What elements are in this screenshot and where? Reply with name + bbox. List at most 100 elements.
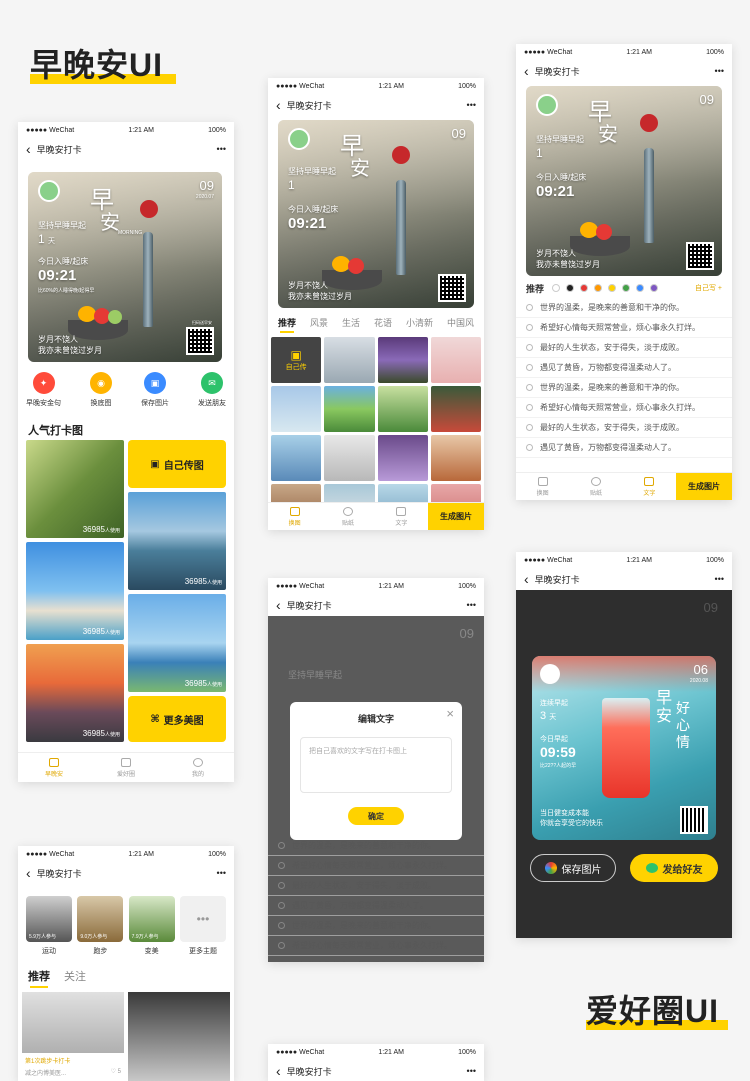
send-friend-button[interactable]: 发给好友	[630, 854, 718, 882]
bg-thumb[interactable]	[324, 337, 375, 383]
tool-text[interactable]: 文字	[623, 473, 676, 500]
upload-own-button[interactable]: ▣ 自己传图	[128, 440, 226, 488]
quote-item[interactable]: 最好的人生状态，安于得失，淡于成败。	[516, 338, 732, 358]
feed-post[interactable]	[128, 992, 230, 1081]
more-icon[interactable]: •••	[217, 144, 226, 154]
tab-chinese[interactable]: 中国风	[447, 316, 474, 329]
date-label: 2020.08	[689, 678, 708, 684]
more-icon[interactable]: •••	[715, 66, 724, 76]
action-send-button[interactable]: ✉ 发送朋友	[198, 372, 226, 408]
color-swatch[interactable]	[636, 284, 645, 292]
color-swatch[interactable]	[594, 284, 603, 292]
topic-run[interactable]: 9.0万人参与 跑步	[77, 896, 124, 956]
tab-follow[interactable]: 关注	[64, 968, 86, 984]
more-icon[interactable]: •••	[217, 868, 226, 878]
quote-item[interactable]: 遇见了黄昏，万物都变得温柔动人了。	[268, 896, 484, 916]
generate-button[interactable]: 生成图片	[675, 473, 732, 500]
quote-item[interactable]: 遇见了黄昏，万物都变得温柔动人了。	[516, 438, 732, 458]
bg-thumb[interactable]	[324, 435, 375, 481]
confirm-button[interactable]: 确定	[348, 807, 404, 825]
camera-icon: ◉	[90, 372, 112, 394]
popular-thumb[interactable]: 36985人使用	[128, 492, 226, 590]
color-swatch[interactable]	[552, 284, 561, 292]
feed-post[interactable]: 第1次跳步卡打卡 减之内博美医... ♡ 5	[22, 992, 124, 1081]
topic-sport[interactable]: 5.9万人参与 运动	[26, 896, 72, 956]
color-swatch[interactable]	[566, 284, 575, 292]
color-swatch[interactable]	[608, 284, 617, 292]
tab-scenery[interactable]: 风景	[310, 316, 328, 329]
bg-thumb[interactable]	[430, 337, 481, 383]
quote-item[interactable]: 世界的温柔，是晚来的善意和干净的你。	[516, 378, 732, 398]
topic-beauty[interactable]: 7.9万人参与 变美	[128, 896, 175, 956]
quote-item[interactable]: 世界的温柔，是晚来的善意和干净的你。	[516, 298, 732, 318]
topic-more[interactable]: ••• 更多主题	[179, 896, 226, 956]
bg-thumb[interactable]	[271, 435, 322, 481]
tab-recommend[interactable]: 推荐	[28, 968, 50, 988]
back-icon[interactable]: ‹	[26, 141, 31, 157]
back-icon[interactable]: ‹	[524, 571, 529, 587]
bg-thumb[interactable]	[271, 386, 322, 432]
bg-thumb[interactable]	[377, 386, 428, 432]
tab-life[interactable]: 生活	[342, 316, 360, 329]
quote-item[interactable]: 希望好心情每天照常营业，烦心事永久打烊。	[268, 936, 484, 956]
color-swatch[interactable]	[580, 284, 589, 292]
text-input[interactable]: 把自己喜欢的文字写在打卡图上	[300, 737, 452, 793]
tab-fresh[interactable]: 小清新	[406, 316, 433, 329]
tab-recommend[interactable]: 推荐	[278, 316, 296, 333]
write-own-button[interactable]: 自己写 +	[695, 283, 722, 293]
back-icon[interactable]: ‹	[26, 865, 31, 881]
bg-thumb[interactable]	[430, 435, 481, 481]
radio-icon	[278, 882, 285, 889]
tab-morning[interactable]: 早晚安	[18, 753, 90, 782]
save-image-button[interactable]: 保存图片	[530, 854, 616, 882]
quote-item[interactable]: 希望好心情每天照常营业，烦心事永久打烊。	[516, 398, 732, 418]
bg-thumb[interactable]	[377, 337, 428, 383]
color-swatch[interactable]	[650, 284, 659, 292]
bg-thumb[interactable]	[324, 386, 375, 432]
tab-mine[interactable]: 我的	[162, 753, 234, 782]
tool-sticker[interactable]: 贴纸	[321, 503, 374, 530]
more-icon[interactable]: •••	[715, 574, 724, 584]
more-images-button[interactable]: ⌘ 更多美图	[128, 696, 226, 742]
bg-thumb[interactable]	[377, 435, 428, 481]
more-icon[interactable]: •••	[467, 600, 476, 610]
action-quote-button[interactable]: ✦ 早晚安金句	[26, 372, 61, 408]
tool-bar: 换图 贴纸 文字 生成图片	[268, 502, 484, 530]
upload-self-tile[interactable]: ▣ 自己传	[271, 337, 322, 383]
quote-item[interactable]: 希望好心情每天照常营业，烦心事永久打烊。	[516, 318, 732, 338]
popular-thumb[interactable]: 36985人使用	[26, 542, 124, 640]
generate-button[interactable]: 生成图片	[427, 503, 484, 530]
topic-thumb: 7.9万人参与	[128, 896, 175, 942]
quote-item[interactable]: 希望好心情每天照常营业，烦心事永久打烊。	[268, 856, 484, 876]
quote-item[interactable]: 最好的人生状态，安于得失，淡于成败。	[268, 876, 484, 896]
popular-thumb[interactable]: 36985人使用	[26, 440, 124, 538]
quote-item[interactable]: 世界的温柔，是晚来的善意和干净的你。	[268, 916, 484, 936]
close-icon[interactable]: ×	[446, 706, 454, 721]
action-save-button[interactable]: ▣ 保存图片	[141, 372, 169, 408]
quote-item[interactable]: 最好的人生状态，安于得失，淡于成败。	[516, 418, 732, 438]
popular-thumb[interactable]: 36985人使用	[128, 594, 226, 692]
tab-recommend[interactable]: 推荐	[526, 282, 544, 295]
more-icon[interactable]: •••	[467, 1066, 476, 1076]
tool-text[interactable]: 文字	[375, 503, 428, 530]
quote-item[interactable]: 最好的人生状态，安于得失，淡于成败。	[268, 956, 484, 962]
color-swatch[interactable]	[622, 284, 631, 292]
popular-thumb[interactable]: 36985人使用	[26, 644, 124, 742]
back-icon[interactable]: ‹	[276, 597, 281, 613]
tool-change-image[interactable]: 换图	[268, 503, 321, 530]
back-icon[interactable]: ‹	[276, 1063, 281, 1079]
bg-thumb[interactable]	[430, 386, 481, 432]
action-change-bg-button[interactable]: ◉ 换底图	[90, 372, 112, 408]
tool-change-image[interactable]: 换图	[516, 473, 569, 500]
nav-bar: ‹ 早晚安打卡 •••	[18, 138, 234, 160]
tab-flower[interactable]: 花语	[374, 316, 392, 329]
quote-item[interactable]: 遇见了黄昏，万物都变得温柔动人了。	[516, 358, 732, 378]
checkin-card[interactable]: 早 安 09 坚持早睡早起 1 今日入睡/起床 09:21 岁月不饶人 我亦未曾…	[278, 120, 474, 308]
back-icon[interactable]: ‹	[276, 97, 281, 113]
tab-hobby[interactable]: 爱好圈	[90, 753, 162, 782]
checkin-card[interactable]: 早 安 MORNING 09 2020.07 坚持早睡早起 1 天 今日入睡/起…	[28, 172, 222, 362]
back-icon[interactable]: ‹	[524, 63, 529, 79]
tool-sticker[interactable]: 贴纸	[569, 473, 622, 500]
more-icon[interactable]: •••	[467, 100, 476, 110]
checkin-card[interactable]: 早 安 09 坚持早睡早起 1 今日入睡/起床 09:21 岁月不饶人 我亦未曾…	[526, 86, 722, 276]
